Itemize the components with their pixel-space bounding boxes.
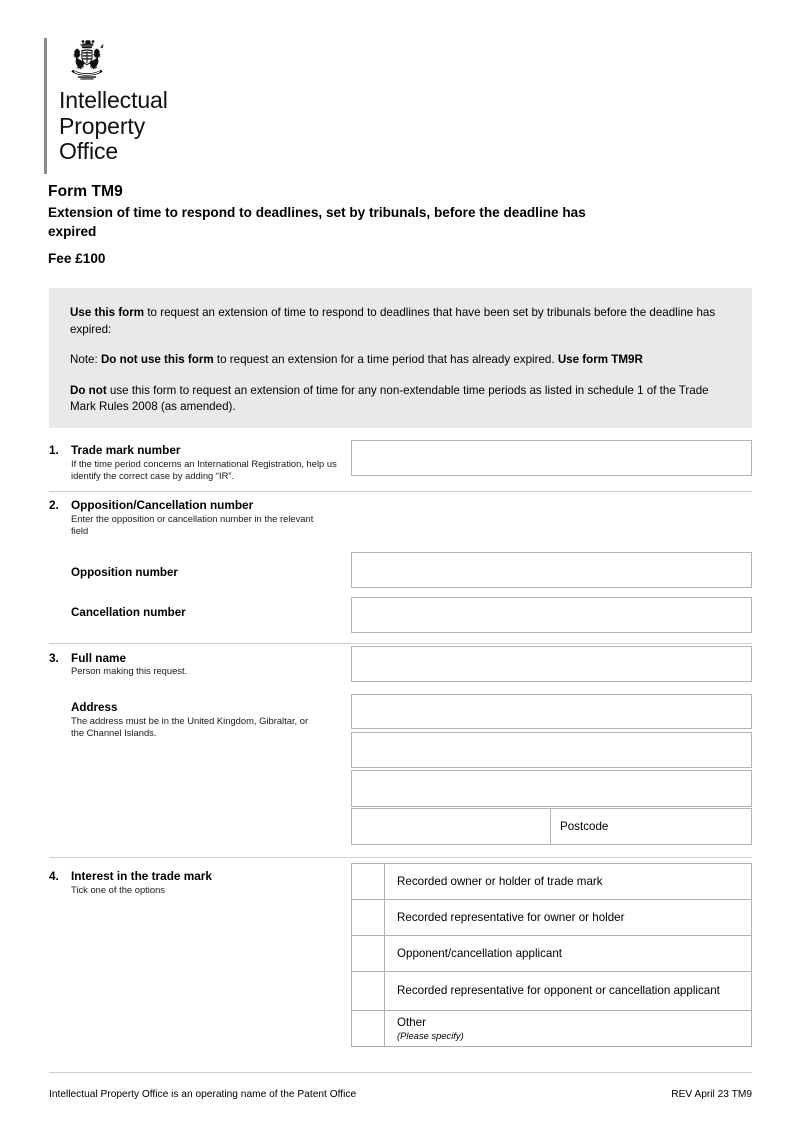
interest-option-text-4: Recorded representative for opponent or … xyxy=(397,984,720,998)
royal-coat-of-arms-icon xyxy=(59,38,115,82)
section-3-title: Full name xyxy=(71,651,127,665)
section-3-number: 3. xyxy=(49,651,59,665)
section-4-title: Interest in the trade mark xyxy=(71,869,212,883)
notice-p3-rest: use this form to request an extension of… xyxy=(70,383,709,414)
form-code-title: Form TM9 xyxy=(48,183,123,200)
interest-option-text-2: Recorded representative for owner or hol… xyxy=(397,910,625,924)
interest-option-row-1[interactable]: Recorded owner or holder of trade mark xyxy=(351,863,752,900)
section-2-help: Enter the opposition or cancellation num… xyxy=(71,513,314,537)
logo-line-1: Intellectual xyxy=(59,87,168,113)
address-line-1-input[interactable] xyxy=(351,694,752,729)
notice-p2-mid: to request an extension for a time perio… xyxy=(213,353,558,366)
full-name-input[interactable] xyxy=(351,646,752,682)
interest-option-text-3: Opponent/cancellation applicant xyxy=(397,946,563,960)
notice-paragraph-1: Use this form to request an extension of… xyxy=(70,305,734,338)
interest-option-text-1: Recorded owner or holder of trade mark xyxy=(397,874,603,888)
footer-left-text: Intellectual Property Office is an opera… xyxy=(49,1089,357,1100)
interest-option-checkbox-3[interactable] xyxy=(352,936,385,971)
interest-option-row-3[interactable]: Opponent/cancellation applicant xyxy=(351,935,752,972)
notice-paragraph-2: Note: Do not use this form to request an… xyxy=(70,352,734,369)
divider-after-section-2 xyxy=(49,643,752,644)
notice-p1-rest: to request an extension of time to respo… xyxy=(70,306,716,336)
footer-right-text: REV April 23 TM9 xyxy=(671,1089,752,1100)
logo-line-3: Office xyxy=(59,138,119,164)
notice-p2-bold-2: Use form TM9R xyxy=(557,353,643,366)
section-4-number: 4. xyxy=(49,869,59,883)
opposition-number-label: Opposition number xyxy=(71,566,178,579)
section-3-help: Person making this request. xyxy=(71,665,188,676)
cancellation-number-input[interactable] xyxy=(351,597,752,633)
notice-p3-bold: Do not xyxy=(70,383,107,397)
trade-mark-number-input[interactable] xyxy=(351,440,752,476)
section-1-help: If the time period concerns an Internati… xyxy=(71,458,337,482)
address-label: Address xyxy=(71,701,118,714)
interest-option-label-3: Opponent/cancellation applicant xyxy=(385,936,751,971)
interest-option-row-2[interactable]: Recorded representative for owner or hol… xyxy=(351,899,752,936)
section-2-title: Opposition/Cancellation number xyxy=(71,498,254,512)
section-1-title: Trade mark number xyxy=(71,443,181,457)
footer-divider xyxy=(49,1072,752,1073)
interest-option-label-2: Recorded representative for owner or hol… xyxy=(385,900,751,935)
form-subtitle: Extension of time to respond to deadline… xyxy=(48,205,586,239)
address-line-3-input[interactable] xyxy=(351,770,752,807)
interest-option-row-5[interactable]: Other (Please specify) xyxy=(351,1010,752,1047)
section-1-number: 1. xyxy=(49,443,59,457)
divider-after-section-3 xyxy=(49,857,752,858)
notice-p1-bold: Use this form xyxy=(70,306,145,319)
opposition-number-input[interactable] xyxy=(351,552,752,588)
interest-option-text-5: Other xyxy=(397,1015,426,1029)
notice-p2-prefix: Note: xyxy=(70,353,101,366)
divider-after-section-1 xyxy=(49,491,752,492)
section-4-help: Tick one of the options xyxy=(71,884,165,895)
logo-text: Intellectual Property Office xyxy=(59,87,168,165)
notice-p2-bold-1: Do not use this form xyxy=(100,353,214,366)
address-line-4-input[interactable] xyxy=(351,808,551,845)
notice-paragraph-3: Do not use this form to request an exten… xyxy=(70,383,734,416)
interest-option-label-5: Other (Please specify) xyxy=(385,1011,751,1046)
ipo-logo: Intellectual Property Office xyxy=(44,38,364,174)
form-page: Intellectual Property Office Form TM9 Ex… xyxy=(0,0,800,1130)
instructions-panel: Use this form to request an extension of… xyxy=(49,288,752,428)
interest-option-label-1: Recorded owner or holder of trade mark xyxy=(385,864,751,899)
interest-option-checkbox-1[interactable] xyxy=(352,864,385,899)
form-fee: Fee £100 xyxy=(48,251,106,266)
interest-option-row-4[interactable]: Recorded representative for opponent or … xyxy=(351,971,752,1011)
logo-content: Intellectual Property Office xyxy=(47,38,168,174)
address-help: The address must be in the United Kingdo… xyxy=(71,715,309,739)
interest-option-checkbox-5[interactable] xyxy=(352,1011,385,1046)
address-line-2-input[interactable] xyxy=(351,732,752,768)
postcode-label: Postcode xyxy=(560,820,609,833)
interest-option-sub-5: (Please specify) xyxy=(397,1030,464,1042)
interest-option-label-4: Recorded representative for opponent or … xyxy=(385,972,751,1010)
interest-option-checkbox-4[interactable] xyxy=(352,972,385,1010)
section-2-number: 2. xyxy=(49,498,59,512)
interest-option-checkbox-2[interactable] xyxy=(352,900,385,935)
logo-line-2: Property xyxy=(59,112,146,139)
cancellation-number-label: Cancellation number xyxy=(71,606,186,619)
